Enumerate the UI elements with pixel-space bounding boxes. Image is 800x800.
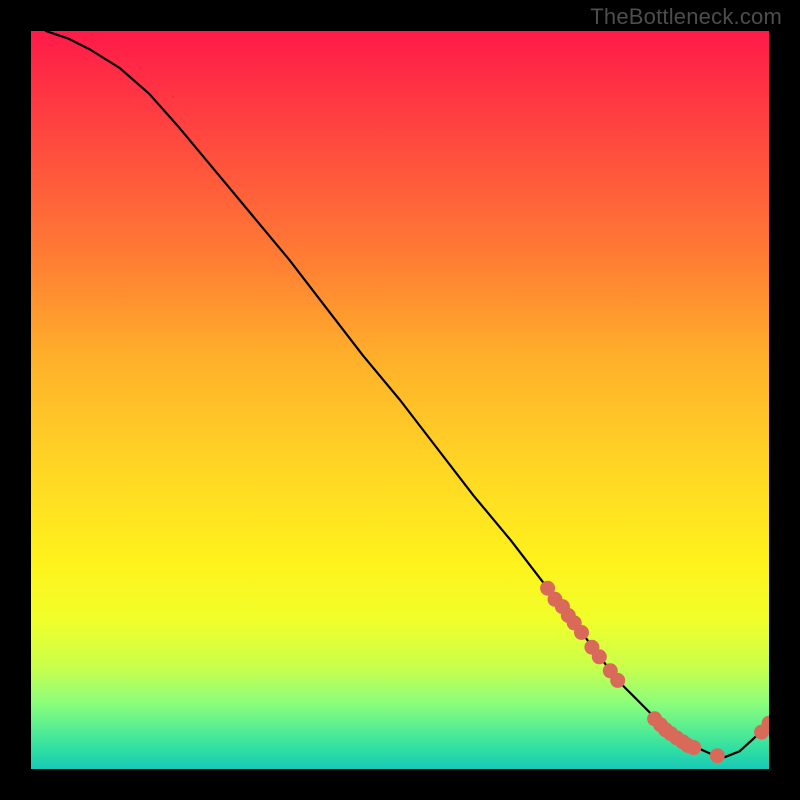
- scatter-point: [592, 649, 607, 664]
- chart-overlay-svg: [31, 31, 769, 769]
- scatter-point: [686, 740, 701, 755]
- scatter-points: [540, 581, 769, 764]
- chart-outer-frame: TheBottleneck.com: [0, 0, 800, 800]
- main-curve: [46, 31, 769, 757]
- scatter-point: [574, 625, 589, 640]
- scatter-point: [710, 748, 725, 763]
- watermark-text: TheBottleneck.com: [590, 4, 782, 30]
- scatter-point: [610, 673, 625, 688]
